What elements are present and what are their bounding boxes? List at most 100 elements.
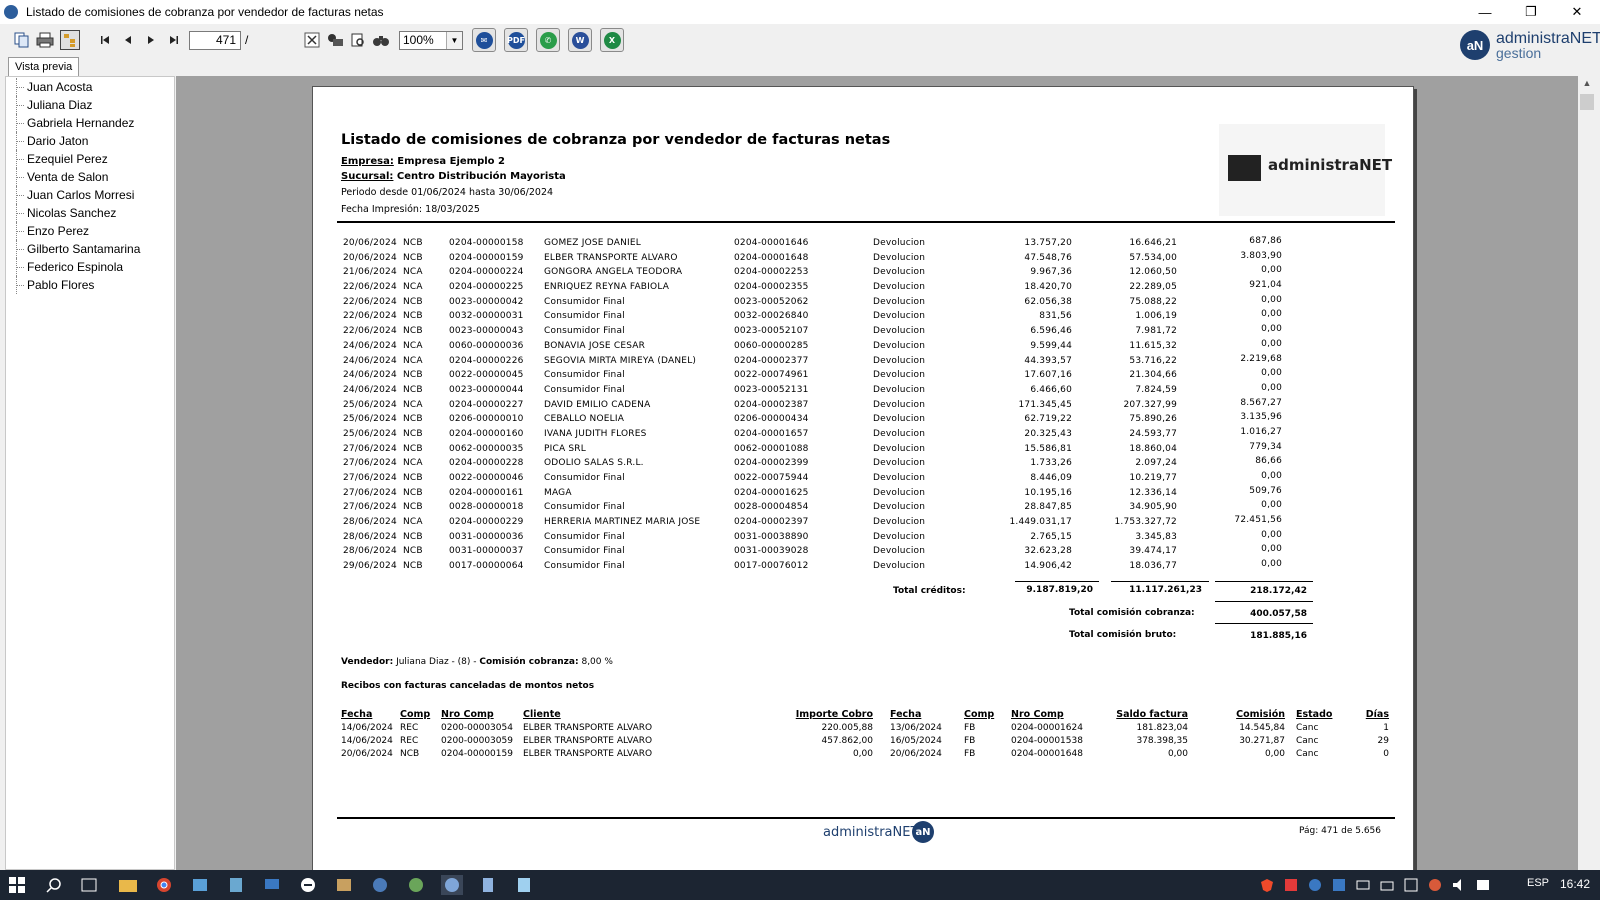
calculator-app-icon[interactable] xyxy=(225,875,247,895)
clock[interactable]: 16:42 xyxy=(1560,877,1590,891)
cell-importe-bruto: 7.981,72 xyxy=(1135,326,1177,337)
scroll-up-icon[interactable]: ▲ xyxy=(1578,78,1596,88)
cell-comision: 3.803,90 xyxy=(1240,250,1282,261)
report-logo: administraNET xyxy=(1219,124,1392,216)
tray-icon[interactable] xyxy=(1352,875,1374,895)
export-excel-button[interactable]: X xyxy=(600,28,624,52)
tree-item[interactable]: Juan Carlos Morresi xyxy=(6,186,174,204)
terminal-icon[interactable] xyxy=(333,875,355,895)
find-icon[interactable] xyxy=(371,30,391,50)
brave-tray-icon[interactable] xyxy=(1256,875,1278,895)
cell-tipo: Devolucion xyxy=(873,326,926,337)
footer-logo-mark: aN xyxy=(912,821,934,843)
printer-setup-icon[interactable] xyxy=(325,30,345,50)
table-row: 28/06/2024 NCB 0031-00000036 Consumidor Fin… xyxy=(343,529,1385,547)
empresa-label: Empresa: xyxy=(341,156,394,167)
mail-tray-icon[interactable] xyxy=(1280,875,1302,895)
next-page-icon[interactable] xyxy=(141,30,161,50)
close-button[interactable]: ✕ xyxy=(1554,0,1600,24)
windows-start-icon[interactable] xyxy=(9,877,25,893)
minimize-button[interactable]: — xyxy=(1462,0,1508,24)
cell-fecha: 24/06/2024 xyxy=(343,355,397,366)
tree-item[interactable]: Nicolas Sanchez xyxy=(6,204,174,222)
cell-comp: NCB xyxy=(403,546,423,557)
task-view-icon[interactable] xyxy=(78,875,100,895)
cell-importe: 62.719,22 xyxy=(1024,414,1072,425)
zoom-select[interactable]: 100% ▼ xyxy=(399,31,463,50)
cell-importe: 9.967,36 xyxy=(1030,267,1072,278)
chevron-down-icon[interactable]: ▼ xyxy=(446,32,462,49)
tree-item[interactable]: Gilberto Santamarina xyxy=(6,240,174,258)
email-icon: ✉ xyxy=(475,31,493,49)
whatsapp-button[interactable]: ✆ xyxy=(536,28,560,52)
tree-item[interactable]: Ezequiel Perez xyxy=(6,150,174,168)
copy-icon[interactable] xyxy=(11,30,31,50)
page-setup-icon[interactable] xyxy=(348,30,368,50)
close-preview-icon[interactable] xyxy=(302,30,322,50)
tree-item[interactable]: Federico Espinola xyxy=(6,258,174,276)
cell-nro-factura: 0204-00001657 xyxy=(734,428,809,439)
network-icon[interactable] xyxy=(1376,875,1398,895)
logo-mark-icon xyxy=(1228,155,1261,181)
tree-item[interactable]: Juliana Diaz xyxy=(6,96,174,114)
file-explorer-icon[interactable] xyxy=(117,875,139,895)
network-app-icon[interactable] xyxy=(405,875,427,895)
export-word-button[interactable]: W xyxy=(568,28,592,52)
first-page-icon[interactable] xyxy=(95,30,115,50)
remote-desktop-icon[interactable] xyxy=(261,875,283,895)
tree-item[interactable]: Dario Jaton xyxy=(6,132,174,150)
page-number-input[interactable]: 471 xyxy=(189,31,241,50)
tree-toggle-icon[interactable] xyxy=(60,30,80,50)
chat-tray-icon[interactable] xyxy=(1472,875,1494,895)
vertical-scrollbar[interactable]: ▲ xyxy=(1578,76,1596,870)
volume-icon[interactable] xyxy=(1448,875,1470,895)
tree-item[interactable]: Venta de Salon xyxy=(6,168,174,186)
export-pdf-button[interactable]: PDF xyxy=(504,28,528,52)
total-creditos-bruto: 11.117.261,23 xyxy=(1129,585,1202,595)
credit-rows: 20/06/2024 NCB 0204-00000158 GOMEZ JOSE DAN… xyxy=(343,236,1385,576)
tree-item[interactable]: Gabriela Hernandez xyxy=(6,114,174,132)
tray-icon[interactable] xyxy=(1400,875,1422,895)
cell-importe: 1.733,26 xyxy=(1030,458,1072,469)
notepad-icon[interactable] xyxy=(513,875,535,895)
cell-fecha: 22/06/2024 xyxy=(343,311,397,322)
total-creditos-importe: 9.187.819,20 xyxy=(1026,585,1093,595)
tray-icon[interactable] xyxy=(1328,875,1350,895)
cell-importe-bruto: 34.905,90 xyxy=(1129,502,1177,513)
calculator-icon[interactable] xyxy=(477,875,499,895)
tray-icon[interactable] xyxy=(1304,875,1326,895)
messenger-icon[interactable] xyxy=(297,875,319,895)
cell-nro-factura: 0060-00000285 xyxy=(734,340,809,351)
tree-item[interactable]: Pablo Flores xyxy=(6,276,174,294)
previous-page-icon[interactable] xyxy=(118,30,138,50)
globe-icon[interactable] xyxy=(369,875,391,895)
last-page-icon[interactable] xyxy=(164,30,184,50)
tree-item[interactable]: Enzo Perez xyxy=(6,222,174,240)
print-icon[interactable] xyxy=(35,30,55,50)
cell-comision: 0,00 xyxy=(1261,529,1282,540)
cell-comp: NCB xyxy=(403,238,423,248)
report-viewer[interactable]: Listado de comisiones de cobranza por ve… xyxy=(176,76,1578,870)
cell-tipo: Devolucion xyxy=(873,414,926,425)
tab-vista-previa[interactable]: Vista previa xyxy=(8,57,80,78)
export-email-button[interactable]: ✉ xyxy=(472,28,496,52)
cell-tipo: Devolucion xyxy=(873,517,926,528)
language-indicator[interactable]: ESP xyxy=(1527,877,1549,889)
receipt-cell-comision: 14.545,84 xyxy=(1239,723,1285,733)
scroll-thumb[interactable] xyxy=(1580,94,1594,110)
receipt-cell-fecha-factura: 13/06/2024 xyxy=(890,723,942,733)
receipt-cell-fecha: 20/06/2024 xyxy=(341,749,393,759)
restore-button[interactable]: ❐ xyxy=(1508,0,1554,24)
search-icon[interactable] xyxy=(43,875,65,895)
cell-fecha: 28/06/2024 xyxy=(343,531,397,542)
total-comision-cobranza: 400.057,58 xyxy=(1250,609,1307,619)
cell-nro-comp: 0017-00000064 xyxy=(449,561,524,572)
report-page: Listado de comisiones de cobranza por ve… xyxy=(312,86,1414,870)
cell-comision: 72.451,56 xyxy=(1234,515,1282,526)
tray-icon[interactable] xyxy=(1424,875,1446,895)
app-icon-generic[interactable] xyxy=(189,875,211,895)
administranet-taskbar-icon[interactable] xyxy=(441,875,463,895)
cell-importe: 1.449.031,17 xyxy=(1009,517,1072,528)
chrome-icon[interactable] xyxy=(153,875,175,895)
tree-item[interactable]: Juan Acosta xyxy=(6,78,174,96)
